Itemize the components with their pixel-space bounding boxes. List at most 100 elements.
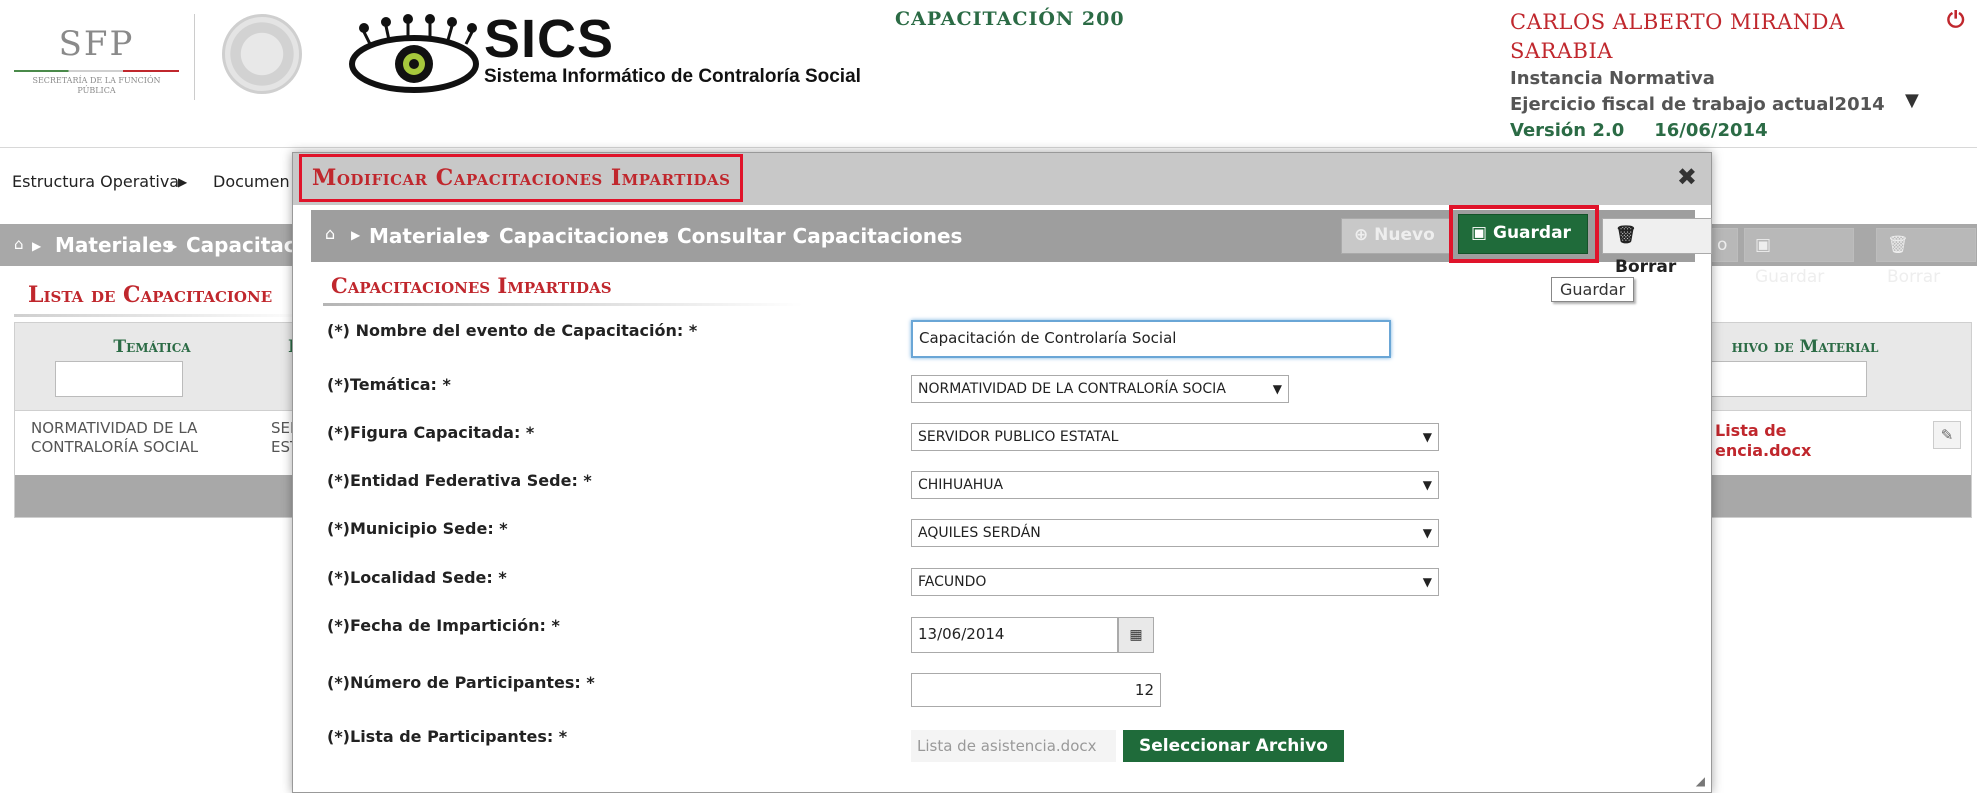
sfp-logo-subtitle: SECRETARÍA DE LA FUNCIÓN PÚBLICA — [32, 76, 161, 95]
entidad-label: (*)Entidad Federativa Sede: * — [327, 471, 592, 490]
entidad-selected: CHIHUAHUA — [918, 477, 1004, 493]
national-seal-icon — [222, 14, 302, 94]
user-ejercicio: Ejercicio fiscal de trabajo actual2014 — [1510, 94, 1885, 115]
municipio-select[interactable]: AQUILES SERDÁN ▼ — [911, 519, 1439, 547]
dialog-close-icon[interactable]: ✖ — [1677, 163, 1697, 191]
nav-estructura-operativa[interactable]: Estructura Operativa — [12, 172, 179, 191]
calendar-icon[interactable]: ▦ — [1118, 617, 1154, 653]
row-tematica-cell: NORMATIVIDAD DE LA CONTRALORÍA SOCIAL — [31, 419, 199, 456]
save-icon: ▣ — [1471, 223, 1493, 243]
guardar-button[interactable]: ▣ Guardar — [1458, 214, 1588, 254]
dialog-breadcrumb-bar: ⌂ ▶ Materiales ▶ Capacitaciones ▶ Consul… — [311, 205, 1712, 277]
figura-select[interactable]: SERVIDOR PUBLICO ESTATAL ▼ — [911, 423, 1439, 451]
home-icon[interactable]: ⌂ — [14, 235, 24, 253]
filter-tematica-input[interactable] — [55, 361, 183, 397]
bg-list-title: Lista de Capacitacione — [28, 282, 273, 308]
section-title: Capacitaciones Impartidas — [331, 273, 612, 298]
trash-icon: 🗑 — [1887, 235, 1909, 255]
municipio-selected: AQUILES SERDÁN — [918, 525, 1041, 541]
user-info: CARLOS ALBERTO MIRANDA SARABIA Instancia… — [1510, 8, 1910, 144]
nuevo-label: Nuevo — [1374, 225, 1435, 245]
crumb-arrow-icon: ▶ — [659, 228, 669, 242]
figura-selected: SERVIDOR PUBLICO ESTATAL — [918, 429, 1119, 445]
bg-guardar-label: Guardar — [1755, 267, 1825, 287]
dialog-title-bar: Modificar Capacitaciones Impartidas ✖ — [293, 153, 1711, 205]
numero-label: (*)Número de Participantes: * — [327, 673, 595, 692]
entidad-select[interactable]: CHIHUAHUA ▼ — [911, 471, 1439, 499]
logout-power-icon[interactable]: ⏻ — [1947, 8, 1971, 33]
edit-row-pencil-icon[interactable]: ✎ — [1933, 421, 1961, 449]
chevron-down-icon: ▼ — [1272, 382, 1282, 396]
crumb-arrow-icon: ▶ — [481, 228, 491, 242]
nombre-evento-input[interactable]: Capacitación de Controlaría Social — [911, 320, 1391, 358]
user-instancia: Instancia Normativa — [1510, 68, 1715, 89]
nav-documentos[interactable]: Documen — [213, 172, 290, 191]
nav-arrow-icon: ▶ — [178, 175, 188, 189]
filter-archivo-input[interactable] — [1695, 361, 1867, 397]
user-name-line-2: SARABIA — [1510, 39, 1613, 63]
localidad-select[interactable]: FACUNDO ▼ — [911, 568, 1439, 596]
tematica-label: (*)Temática: * — [327, 375, 451, 394]
sics-title: SICS — [484, 9, 615, 69]
sfp-logo: SFP SECRETARÍA DE LA FUNCIÓN PÚBLICA — [14, 24, 179, 96]
bg-crumb-materiales[interactable]: Materiales — [55, 233, 174, 257]
header-date: 16/06/2014 — [1654, 120, 1768, 141]
sfp-logo-text: SFP — [58, 24, 135, 64]
chevron-down-icon: ▼ — [1422, 575, 1432, 589]
bg-list-title-underline — [14, 314, 314, 317]
nuevo-button[interactable]: ⊕ Nuevo — [1341, 218, 1451, 254]
resize-handle-icon[interactable]: ◢ — [1696, 774, 1705, 788]
figura-label: (*)Figura Capacitada: * — [327, 423, 535, 442]
lista-file-name: Lista de asistencia.docx — [911, 730, 1116, 762]
borrar-label: Borrar — [1615, 257, 1677, 277]
tematica-select[interactable]: NORMATIVIDAD DE LA CONTRALORÍA SOCIA ▼ — [911, 375, 1289, 403]
fecha-label: (*)Fecha de Impartición: * — [327, 616, 560, 635]
dialog-crumb-materiales[interactable]: Materiales — [369, 224, 488, 248]
modificar-capacitaciones-dialog: Modificar Capacitaciones Impartidas ✖ ⌂ … — [292, 152, 1712, 793]
app-header: SFP SECRETARÍA DE LA FUNCIÓN PÚBLICA SIC… — [0, 0, 1977, 148]
localidad-label: (*)Localidad Sede: * — [327, 568, 507, 587]
section-title-underline — [323, 303, 803, 306]
crumb-arrow-icon: ▶ — [351, 228, 361, 242]
plus-circle-icon: ⊕ — [1354, 225, 1375, 245]
guardar-tooltip: Guardar — [1551, 277, 1635, 302]
user-name-line-1: CARLOS ALBERTO MIRANDA — [1510, 10, 1845, 34]
logo-divider — [194, 14, 195, 100]
bg-borrar-label: Borrar — [1887, 267, 1941, 287]
trash-icon: 🗑 — [1615, 225, 1637, 245]
col-header-archivo[interactable]: hivo de Material — [1705, 337, 1905, 357]
user-menu-dropdown-icon[interactable]: ▼ — [1905, 90, 1919, 111]
sics-subtitle: Sistema Informático de Contraloría Socia… — [484, 66, 861, 87]
dialog-title: Modificar Capacitaciones Impartidas — [299, 154, 744, 202]
numero-participantes-input[interactable]: 12 — [911, 673, 1161, 707]
tematica-selected: NORMATIVIDAD DE LA CONTRALORÍA SOCIA — [918, 381, 1226, 397]
bg-borrar-button[interactable]: 🗑 Borrar — [1876, 228, 1976, 287]
nombre-evento-label: (*) Nombre del evento de Capacitación: * — [327, 321, 698, 340]
municipio-label: (*)Municipio Sede: * — [327, 519, 508, 538]
guardar-label: Guardar — [1492, 223, 1571, 243]
chevron-down-icon: ▼ — [1422, 526, 1432, 540]
borrar-button[interactable]: 🗑 Borrar — [1602, 218, 1712, 277]
version-label: Versión 2.0 — [1510, 120, 1625, 141]
bg-guardar-button[interactable]: ▣ Guardar — [1744, 228, 1854, 287]
sics-eye-logo-icon — [349, 14, 479, 93]
col-header-tematica[interactable]: Temática — [97, 337, 207, 357]
lista-label: (*)Lista de Participantes: * — [327, 727, 568, 746]
localidad-selected: FACUNDO — [918, 574, 987, 590]
sfp-logo-stripe — [14, 70, 179, 72]
row-archivo-link[interactable]: Lista de encia.docx — [1715, 421, 1825, 461]
crumb-arrow-icon: ▶ — [32, 239, 42, 253]
seleccionar-archivo-button[interactable]: Seleccionar Archivo — [1123, 730, 1344, 762]
crumb-arrow-icon: ▶ — [168, 239, 178, 253]
chevron-down-icon: ▼ — [1422, 478, 1432, 492]
dialog-home-icon[interactable]: ⌂ — [325, 224, 335, 243]
dialog-crumb-capacitaciones[interactable]: Capacitaciones — [499, 224, 669, 248]
environment-label: CAPACITACIÓN 200 — [895, 8, 1125, 30]
dialog-crumb-consultar[interactable]: Consultar Capacitaciones — [677, 224, 962, 248]
bg-crumb-capacitaciones[interactable]: Capacitaci — [186, 233, 302, 257]
version-line: Versión 2.0 16/06/2014 — [1510, 118, 1910, 144]
bg-nuevo-button[interactable]: o — [1712, 228, 1738, 262]
fecha-input[interactable]: 13/06/2014 — [911, 617, 1118, 653]
chevron-down-icon: ▼ — [1422, 430, 1432, 444]
save-icon: ▣ — [1755, 235, 1772, 255]
